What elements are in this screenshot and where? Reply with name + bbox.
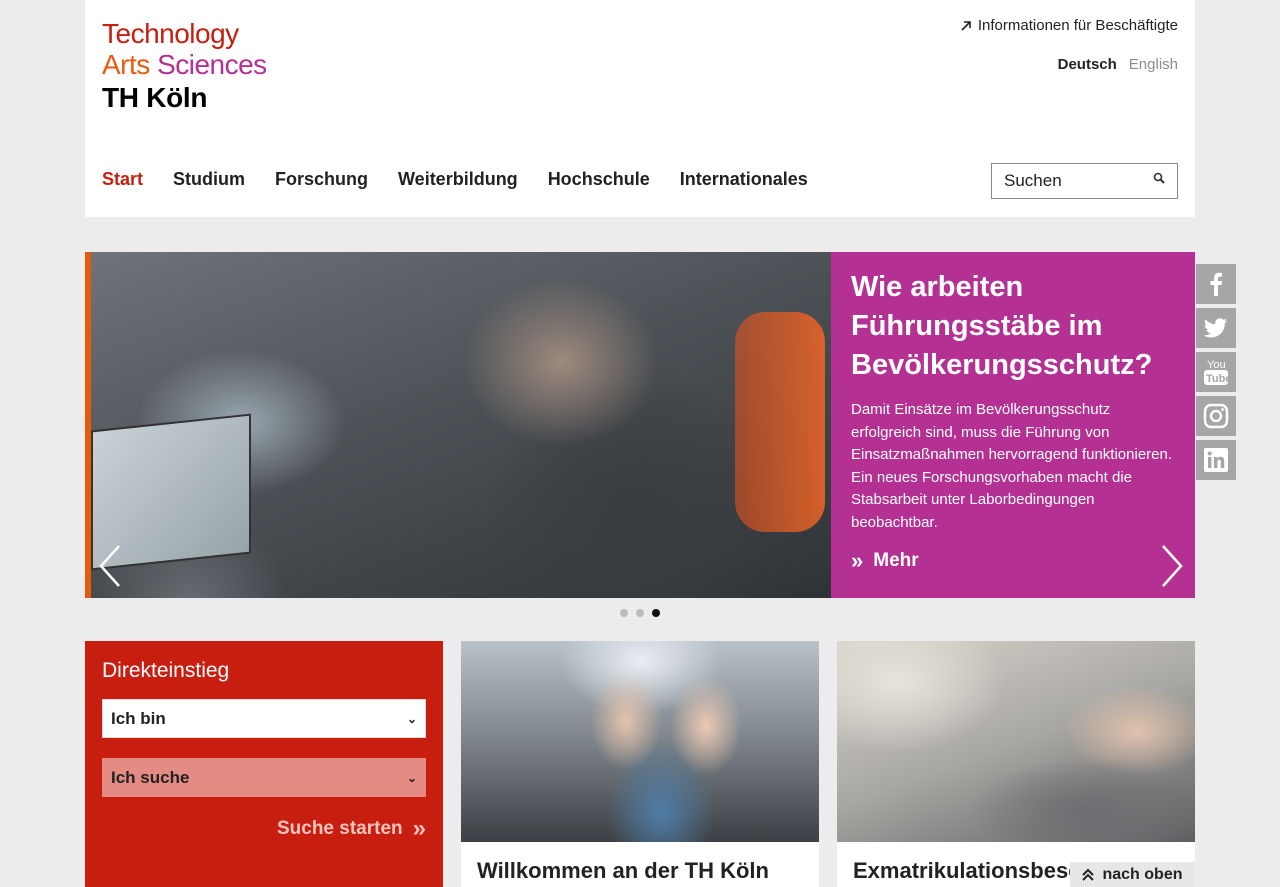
ich-bin-value: Ich bin <box>111 708 166 728</box>
slide-text: Damit Einsätze im Bevölkerungsschutz erf… <box>851 401 1173 531</box>
slide-more-label: Mehr <box>873 550 919 571</box>
lang-deutsch[interactable]: Deutsch <box>1058 56 1117 73</box>
logo-sciences: Sciences <box>157 49 267 80</box>
nav-start[interactable]: Start <box>102 169 143 190</box>
slider-dots <box>620 609 660 617</box>
nav-forschung[interactable]: Forschung <box>275 169 368 190</box>
site-header: Technology Arts Sciences TH Köln Informa… <box>85 0 1195 217</box>
teaser-card-exmatrikulation[interactable]: Exmatrikulationsbesche <box>837 641 1195 887</box>
ich-suche-value: Ich suche <box>111 767 190 787</box>
instagram-icon[interactable] <box>1196 396 1236 436</box>
slide-more-link[interactable]: » Mehr <box>851 548 919 574</box>
search-icon[interactable] <box>1153 172 1165 184</box>
logo-th-koeln: TH Köln <box>102 82 208 113</box>
main-nav: Start Studium Forschung Weiterbildung Ho… <box>102 169 808 190</box>
slider-dot-3[interactable] <box>652 609 660 617</box>
double-chevron-right-icon: » <box>412 815 426 842</box>
th-koeln-logo[interactable]: Technology Arts Sciences TH Köln <box>102 18 267 116</box>
search-start-button[interactable]: Suche starten » <box>277 815 426 843</box>
hero-slider: Wie arbeiten Führungsstäbe im Bevölkerun… <box>85 252 1195 598</box>
direct-entry-title: Direkteinstieg <box>102 659 230 682</box>
twitter-icon[interactable] <box>1196 308 1236 348</box>
page: Technology Arts Sciences TH Köln Informa… <box>0 0 1280 887</box>
nav-studium[interactable]: Studium <box>173 169 245 190</box>
external-arrow-icon <box>961 20 971 31</box>
slide-title: Wie arbeiten Führungsstäbe im Bevölkerun… <box>851 271 1153 381</box>
staff-info-label: Informationen für Beschäftigte <box>977 17 1178 34</box>
svg-text:You: You <box>1207 359 1226 371</box>
double-chevron-up-icon <box>1082 868 1095 881</box>
youtube-icon[interactable]: You Tube <box>1196 352 1236 392</box>
chevron-down-icon: ⌄ <box>406 711 417 726</box>
logo-arts-sciences: Arts Sciences <box>102 49 267 80</box>
slider-dot-2[interactable] <box>636 609 644 617</box>
slider-next-button[interactable] <box>1155 544 1185 588</box>
ich-suche-select[interactable]: Ich suche ⌄ <box>102 758 426 797</box>
language-switch: Deutsch English <box>1058 56 1178 73</box>
search-input[interactable] <box>992 171 1142 191</box>
search-start-label: Suche starten <box>276 818 403 839</box>
lang-english[interactable]: English <box>1129 56 1178 73</box>
ich-bin-select[interactable]: Ich bin ⌄ <box>102 699 426 738</box>
search-box <box>991 163 1178 199</box>
double-chevron-right-icon: » <box>851 548 864 573</box>
svg-text:Tube: Tube <box>1206 373 1229 385</box>
facebook-icon[interactable] <box>1196 264 1236 304</box>
logo-arts: Arts <box>102 49 150 80</box>
teaser-image-laptop <box>837 641 1195 842</box>
teaser-title: Exmatrikulationsbesche <box>853 858 1107 883</box>
linkedin-icon[interactable] <box>1196 440 1236 480</box>
teaser-title: Willkommen an der TH Köln <box>477 858 769 883</box>
teaser-image-students <box>461 641 819 842</box>
staff-info-link[interactable]: Informationen für Beschäftigte <box>960 17 1178 34</box>
slider-prev-button[interactable] <box>97 544 127 588</box>
nav-hochschule[interactable]: Hochschule <box>548 169 650 190</box>
back-to-top-label: nach oben <box>1102 865 1183 883</box>
slide-caption: Wie arbeiten Führungsstäbe im Bevölkerun… <box>831 252 1195 598</box>
back-to-top-button[interactable]: nach oben <box>1070 862 1195 887</box>
direct-entry-box: Direkteinstieg Ich bin ⌄ Ich suche ⌄ Suc… <box>85 641 443 887</box>
nav-weiterbildung[interactable]: Weiterbildung <box>398 169 518 190</box>
logo-technology: Technology <box>102 18 239 49</box>
social-links: You Tube <box>1196 264 1236 480</box>
teaser-card-welcome[interactable]: Willkommen an der TH Köln <box>461 641 819 887</box>
chevron-down-icon: ⌄ <box>406 770 417 785</box>
slider-dot-1[interactable] <box>620 609 628 617</box>
slide-photo-vest <box>735 312 825 532</box>
nav-internationales[interactable]: Internationales <box>680 169 808 190</box>
